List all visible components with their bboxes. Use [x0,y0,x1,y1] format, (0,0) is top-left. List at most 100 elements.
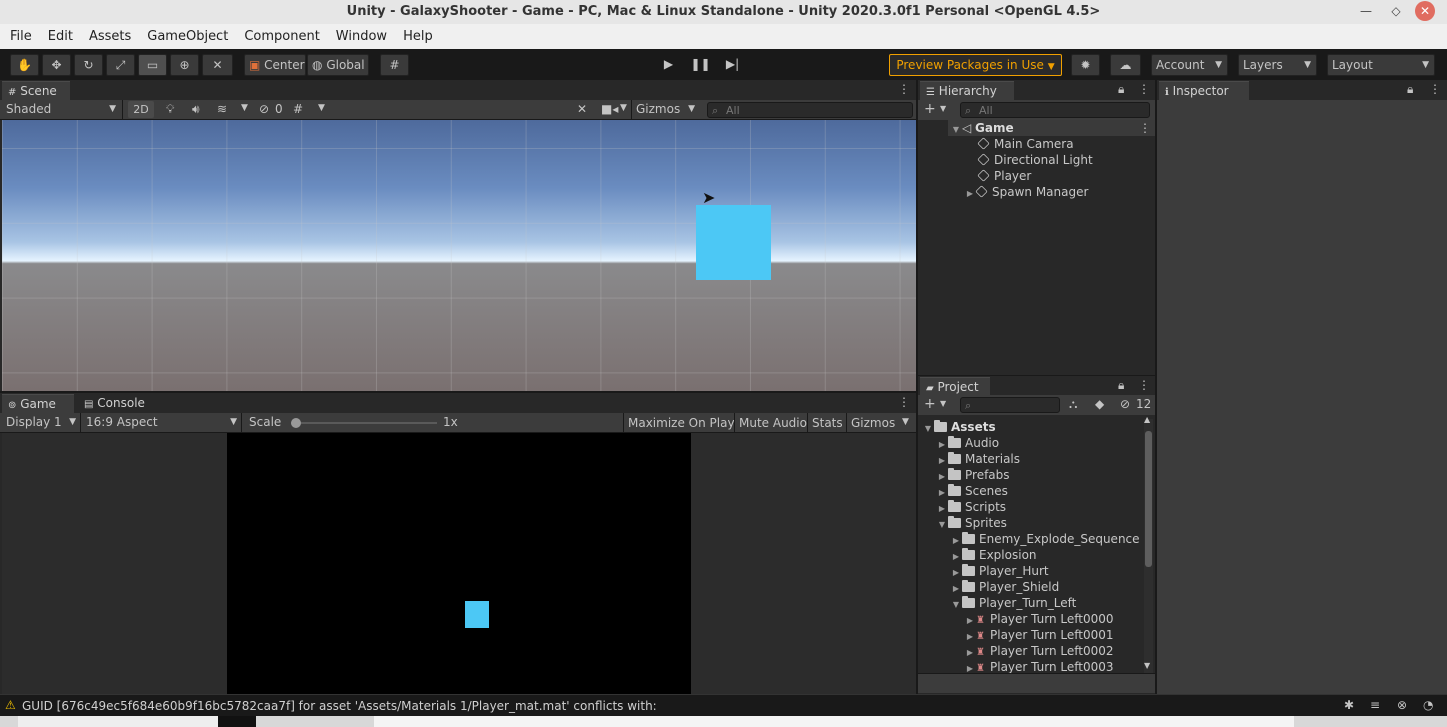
aspect-dropdown[interactable]: 16:9 Aspect ▼ [82,413,242,432]
preview-packages-button[interactable]: Preview Packages in Use ▼ [889,54,1062,76]
space-toggle[interactable]: ◍ Global [307,54,369,76]
hidden-objects-icon[interactable]: ⊘ [259,102,269,116]
2d-toggle[interactable]: 2D [128,101,154,118]
hand-tool-icon[interactable]: ✋ [10,54,39,76]
chevron-down-icon[interactable]: ▼ [950,597,962,613]
project-folder[interactable]: ▼ Sprites [936,515,1007,531]
display-dropdown[interactable]: Display 1 ▼ [0,413,81,432]
menu-file[interactable]: File [0,24,40,49]
tab-console[interactable]: ▤ Console [78,394,158,413]
cloud-icon[interactable]: ☁ [1110,54,1141,76]
play-button[interactable]: ▶ [654,54,683,76]
project-folder[interactable]: ▶ Scripts [936,499,1006,515]
kebab-menu-icon[interactable]: ⋮ [1429,82,1441,96]
rotate-tool-icon[interactable]: ↻ [74,54,103,76]
camera-icon[interactable]: ■◂ [601,102,618,116]
tools-icon[interactable]: ✕ [577,102,587,116]
kebab-menu-icon[interactable]: ⋮ [898,395,910,409]
progress-icon[interactable]: ⊗ [1397,698,1407,712]
panel-divider[interactable] [916,80,918,694]
scroll-down-icon[interactable]: ▼ [1144,661,1150,670]
hierarchy-item[interactable]: Player [977,168,1031,184]
game-gizmos-toggle[interactable]: Gizmos [846,413,899,433]
close-icon[interactable]: ✕ [1415,1,1435,21]
layers-dropdown[interactable]: Layers ▼ [1238,54,1317,76]
chevron-down-icon[interactable]: ▼ [922,421,934,437]
transform-tool-icon[interactable]: ⊕ [170,54,199,76]
kebab-menu-icon[interactable]: ⋮ [1138,378,1150,392]
grid-snap-icon[interactable]: # [380,54,409,76]
project-sprite[interactable]: ▶ ♜ Player Turn Left0001 [964,627,1114,643]
move-tool-icon[interactable]: ✥ [42,54,71,76]
lighting-icon[interactable]: 💡︎ [166,102,174,117]
kebab-menu-icon[interactable]: ⋮ [898,82,910,96]
add-icon[interactable]: + [924,101,936,117]
label-icon[interactable]: ◆ [1095,397,1104,411]
game-render[interactable] [227,433,691,694]
tab-inspector[interactable]: ℹ Inspector [1159,81,1249,100]
scroll-up-icon[interactable]: ▲ [1144,415,1150,424]
panel-divider[interactable] [0,391,916,393]
account-dropdown[interactable]: Account ▼ [1151,54,1228,76]
tab-scene[interactable]: # Scene [2,81,70,100]
menu-help[interactable]: Help [395,24,441,49]
mute-audio-toggle[interactable]: Mute Audio [734,413,811,433]
rect-tool-icon[interactable]: ▭ [138,54,167,76]
kebab-menu-icon[interactable]: ⋮ [1138,82,1150,96]
chevron-down-icon[interactable]: ▼ [950,122,962,138]
taskbar-item[interactable] [374,716,1294,727]
project-root[interactable]: ▼ Assets [922,419,996,435]
project-search-input[interactable]: ⌕ [960,397,1060,413]
chevron-down-icon[interactable]: ▼ [936,517,948,533]
scale-slider-thumb[interactable] [291,418,301,428]
status-message[interactable]: GUID [676c49ec5f684e60b9f16bc5782caa7f] … [22,699,657,713]
project-folder[interactable]: ▶ Materials [936,451,1020,467]
project-scrollbar[interactable]: ▲ ▼ [1144,415,1153,674]
chevron-down-icon[interactable]: ▼ [318,103,325,113]
scrollbar-thumb[interactable] [1145,431,1152,567]
filter-by-type-icon[interactable]: ⛬ [1069,397,1077,412]
maximize-icon[interactable]: ◇ [1384,0,1408,24]
project-folder[interactable]: ▶ Player_Shield [950,579,1059,595]
menu-edit[interactable]: Edit [40,24,81,49]
tab-project[interactable]: ▰ Project [920,377,990,396]
menu-component[interactable]: Component [236,24,327,49]
project-folder[interactable]: ▶ Audio [936,435,999,451]
services-gear-icon[interactable]: ✹ [1071,54,1100,76]
hierarchy-item[interactable]: Main Camera [977,136,1074,152]
tab-hierarchy[interactable]: ☰ Hierarchy [920,81,1014,100]
custom-tool-icon[interactable]: ✕ [202,54,233,76]
effects-icon[interactable]: ≋ [217,102,227,116]
shading-dropdown[interactable]: Shaded ▼ [0,100,123,119]
pause-button[interactable]: ❚❚ [686,54,715,76]
project-sprite[interactable]: ▶ ♜ Player Turn Left0000 [964,611,1114,627]
scale-tool-icon[interactable]: ⤢ [106,54,135,76]
auto-refresh-icon[interactable]: ◔ [1423,698,1433,712]
scene-viewport[interactable]: ➤ [2,120,916,391]
step-button[interactable]: ▶| [718,54,747,76]
audio-icon[interactable]: 🔊︎ [192,102,200,117]
scene-gizmos-dropdown[interactable]: Gizmos ▼ [631,100,701,119]
stats-toggle[interactable]: Stats [807,413,847,433]
tab-game[interactable]: ⊚ Game [2,394,74,413]
project-folder[interactable]: ▶ Scenes [936,483,1008,499]
chevron-down-icon[interactable]: ▼ [902,417,909,427]
scene-search-input[interactable]: ⌕ All [707,102,913,118]
hierarchy-item[interactable]: Directional Light [977,152,1093,168]
layout-dropdown[interactable]: Layout ▼ [1327,54,1435,76]
cache-icon[interactable]: ≡ [1370,698,1380,712]
menu-window[interactable]: Window [328,24,395,49]
chevron-right-icon[interactable]: ▶ [964,186,976,202]
project-folder[interactable]: ▶ Prefabs [936,467,1010,483]
taskbar-item[interactable] [18,716,218,727]
project-folder[interactable]: ▶ Enemy_Explode_Sequence [950,531,1140,547]
chevron-down-icon[interactable]: ▼ [620,103,627,113]
project-folder[interactable]: ▶ Player_Hurt [950,563,1049,579]
minimize-icon[interactable]: — [1354,0,1378,24]
menu-gameobject[interactable]: GameObject [139,24,236,49]
add-icon[interactable]: + [924,396,936,412]
hidden-packages-icon[interactable]: ⊘ [1120,397,1130,411]
debug-icon[interactable]: ✱ [1344,698,1354,712]
player-cube[interactable] [696,205,771,280]
hierarchy-search-input[interactable]: ⌕ All [960,102,1150,118]
